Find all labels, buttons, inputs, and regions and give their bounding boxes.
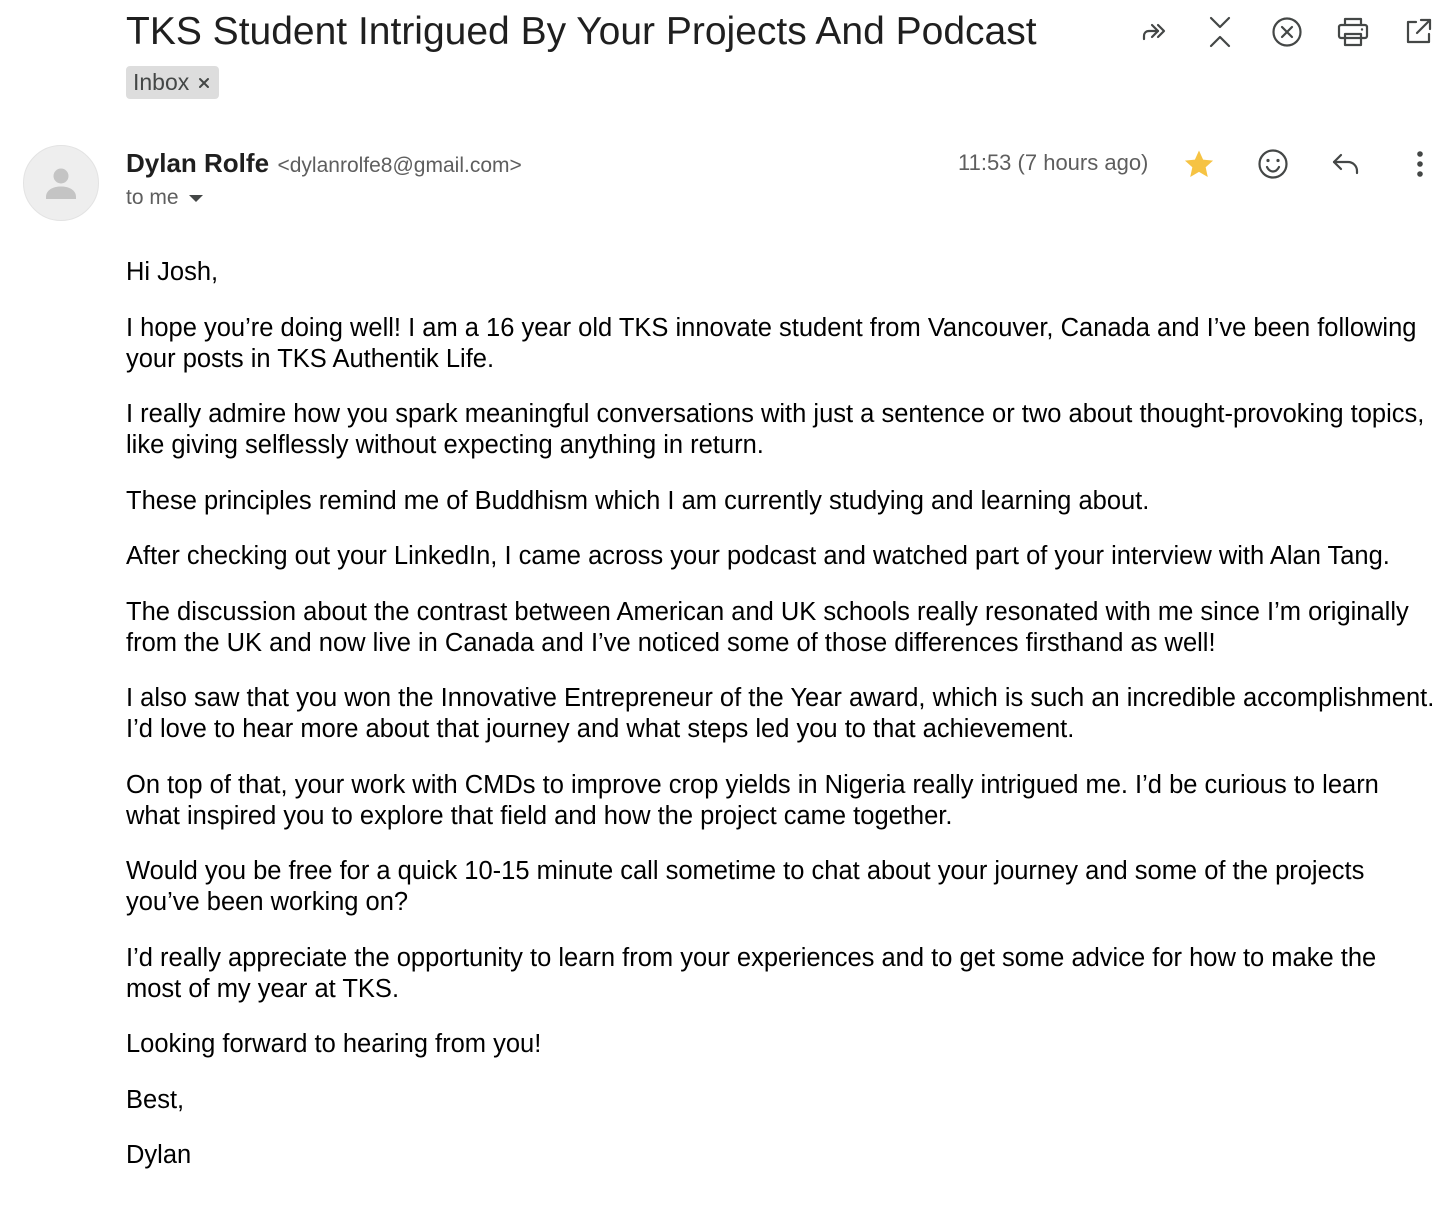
body-paragraph: Would you be free for a quick 10-15 minu…: [126, 857, 1365, 916]
caret-down-icon: [188, 194, 203, 202]
remove-label-button[interactable]: [197, 76, 211, 90]
star-fill: [1184, 150, 1214, 178]
body-paragraph: The discussion about the contrast betwee…: [126, 597, 1409, 657]
person-icon: [46, 168, 76, 199]
print-button[interactable]: [1331, 12, 1375, 52]
message-body: Hi Josh, I hope you’re doing well! I am …: [126, 257, 1436, 1196]
forward-all-icon: [1142, 23, 1166, 41]
body-paragraph: Looking forward to hearing from you!: [126, 1030, 542, 1058]
reply-button[interactable]: [1318, 142, 1374, 186]
sender-line: Dylan Rolfe <dylanrolfe8@gmail.com>: [126, 146, 522, 185]
body-paragraph: I’d really appreciate the opportunity to…: [126, 943, 1377, 1003]
body-paragraph: These principles remind me of Buddhism w…: [126, 486, 1150, 515]
reply-icon: [1332, 153, 1359, 175]
label-chip-inbox: Inbox: [126, 66, 220, 99]
close-icon: [199, 77, 210, 88]
body-paragraph: On top of that, your work with CMDs to i…: [126, 770, 1379, 830]
thread-toolbar: [1130, 12, 1456, 52]
close-thread-button[interactable]: [1265, 12, 1309, 52]
forward-all-button[interactable]: [1132, 12, 1176, 52]
open-in-new-window-button[interactable]: [1397, 12, 1441, 52]
collapse-all-icon: [1209, 16, 1231, 48]
star-icon: [1184, 150, 1214, 178]
message-timestamp: 11:53 (7 hours ago): [958, 150, 1149, 175]
body-paragraph: I hope you’re doing well! I am a 16 year…: [126, 313, 1417, 373]
recipient-text: to me: [126, 186, 179, 209]
more-vert-icon: [1417, 151, 1423, 177]
collapse-all-button[interactable]: [1198, 12, 1242, 52]
sender-email: <dylanrolfe8@gmail.com>: [277, 154, 522, 177]
signature: Dylan: [126, 1141, 192, 1169]
close-circle-icon: [1272, 17, 1302, 47]
label-chip-text: Inbox: [133, 69, 190, 95]
sender-name[interactable]: Dylan Rolfe: [126, 148, 269, 178]
body-paragraph: Best,: [126, 1085, 185, 1114]
body-paragraph: Hi Josh,: [126, 258, 219, 286]
message-toolbar: [1170, 142, 1456, 186]
open-in-new-window-icon: [1406, 18, 1432, 44]
emoji-reaction-button[interactable]: [1245, 142, 1301, 186]
email-subject: TKS Student Intrigued By Your Projects A…: [126, 10, 1037, 53]
more-options-button[interactable]: [1392, 142, 1448, 186]
emoji-reaction-icon: [1258, 149, 1288, 179]
body-paragraph: I really admire how you spark meaningful…: [126, 400, 1425, 459]
print-icon: [1337, 17, 1369, 47]
recipient-details-toggle[interactable]: to me: [126, 186, 203, 210]
star-button[interactable]: [1171, 142, 1227, 186]
body-paragraph: I also saw that you won the Innovative E…: [126, 684, 1435, 743]
avatar[interactable]: [23, 145, 99, 221]
body-paragraph: After checking out your LinkedIn, I came…: [126, 542, 1390, 570]
